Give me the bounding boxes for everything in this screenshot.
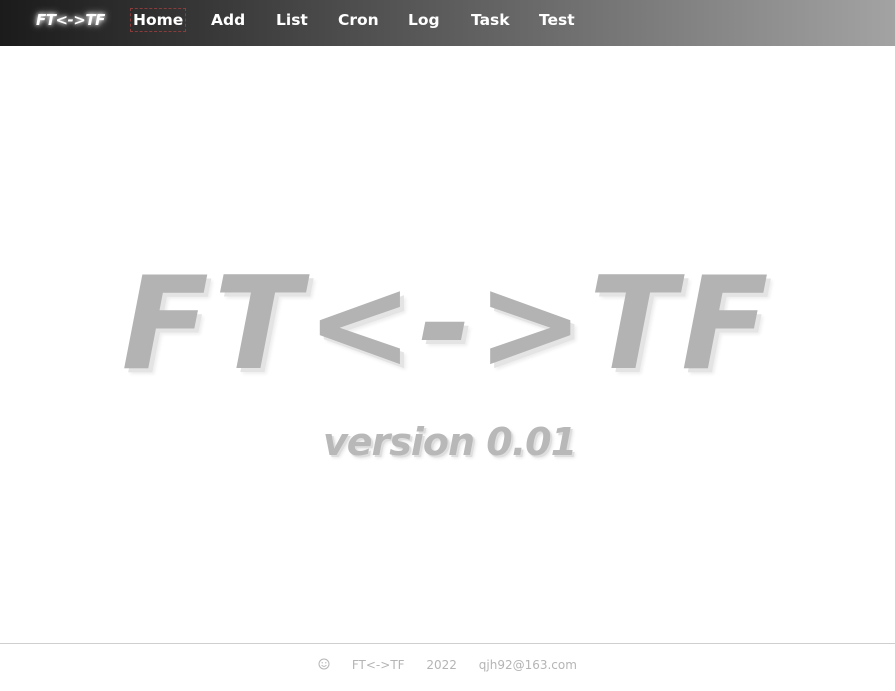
hero-title: FT<->TF: [121, 250, 774, 399]
nav-cron[interactable]: Cron: [338, 11, 379, 29]
brand-logo[interactable]: FT<->TF: [36, 11, 105, 29]
footer-app-name: FT<->TF: [351, 658, 405, 672]
footer-divider: [0, 643, 895, 644]
nav-log[interactable]: Log: [408, 11, 440, 29]
footer-year: 2022: [426, 658, 457, 672]
footer: FT<->TF 2022 qjh92@163.com: [0, 658, 895, 672]
nav-test[interactable]: Test: [539, 11, 575, 29]
hero-version: version 0.01: [322, 420, 577, 464]
smile-icon: [318, 658, 330, 672]
footer-email: qjh92@163.com: [478, 658, 577, 672]
nav-list[interactable]: List: [276, 11, 308, 29]
nav-home[interactable]: Home: [129, 8, 187, 32]
nav-add[interactable]: Add: [211, 11, 245, 29]
nav-task[interactable]: Task: [471, 11, 510, 29]
top-navbar: FT<->TF Home Add List Cron Log Task Test: [0, 0, 895, 46]
